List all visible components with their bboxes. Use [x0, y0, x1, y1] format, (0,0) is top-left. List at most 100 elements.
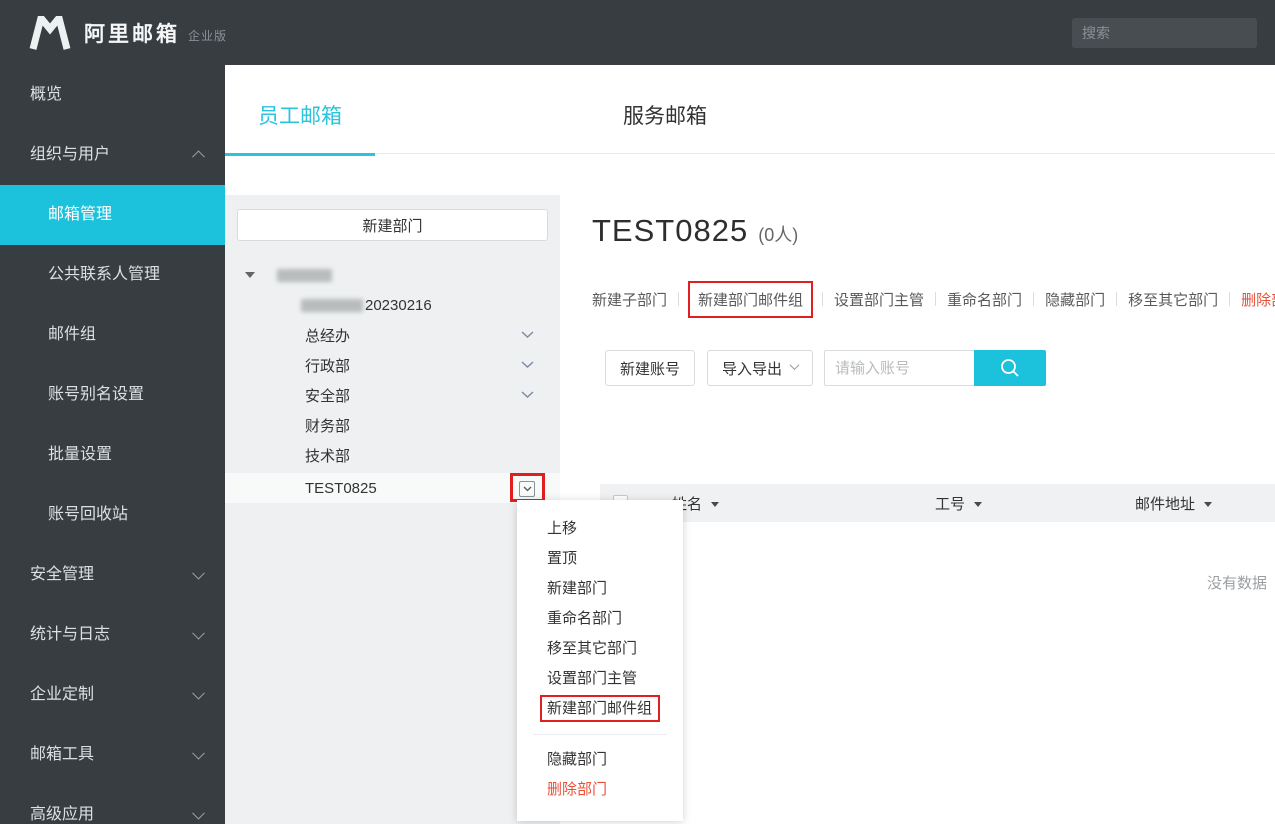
chevron-down-icon	[523, 486, 531, 492]
separator	[1229, 292, 1231, 306]
tree-row-test0825[interactable]: TEST0825	[225, 473, 560, 503]
tree-row-finance-dept[interactable]: 财务部	[225, 410, 560, 440]
department-more-dropdown-button[interactable]	[519, 481, 535, 497]
action-hide-dept[interactable]: 隐藏部门	[1045, 289, 1105, 310]
sidebar-item-public-contacts[interactable]: 公共联系人管理	[0, 245, 225, 305]
menu-item-move-up[interactable]: 上移	[517, 514, 683, 544]
sidebar-item-label: 高级应用	[30, 806, 95, 823]
action-set-dept-manager[interactable]: 设置部门主管	[834, 289, 924, 310]
tree-row-label: 行政部	[305, 357, 351, 375]
separator	[1033, 292, 1035, 306]
menu-item-delete-dept[interactable]: 删除部门	[517, 775, 683, 805]
sidebar-item-stats-logs[interactable]: 统计与日志	[0, 605, 225, 665]
member-count: (0人)	[758, 225, 799, 245]
sidebar-item-overview[interactable]: 概览	[0, 65, 225, 125]
annotation-box-new-dept-mailgroup: 新建部门邮件组	[688, 280, 814, 318]
sort-caret-icon	[1204, 501, 1213, 507]
sidebar-item-account-recycle[interactable]: 账号回收站	[0, 485, 225, 545]
chevron-down-icon	[192, 626, 205, 640]
action-delete-dept[interactable]: 删除部门	[1241, 289, 1275, 310]
action-new-subdepartment[interactable]: 新建子部门	[592, 289, 667, 310]
tree-row-label: TEST0825	[305, 479, 377, 497]
sidebar-item-mailbox-management[interactable]: 邮箱管理	[0, 185, 225, 245]
menu-item-new-dept[interactable]: 新建部门	[517, 574, 683, 604]
separator	[678, 292, 680, 306]
chevron-down-icon	[192, 806, 205, 820]
subdepartment-chevron-icon	[521, 391, 534, 398]
tab-service-mailbox[interactable]: 服务邮箱	[590, 65, 740, 154]
column-label: 工号	[935, 495, 966, 513]
caret-down-icon[interactable]	[245, 272, 255, 278]
search-icon	[1001, 359, 1019, 377]
account-search-input[interactable]	[824, 350, 974, 386]
menu-item-new-dept-mailgroup[interactable]: 新建部门邮件组	[517, 694, 683, 724]
sort-caret-icon	[711, 501, 720, 507]
menu-item-pin-top[interactable]: 置顶	[517, 544, 683, 574]
menu-item-move-dept[interactable]: 移至其它部门	[517, 634, 683, 664]
tree-row-admin-dept[interactable]: 行政部	[225, 350, 560, 380]
tree-row-label: 总经办	[305, 327, 351, 345]
import-export-label: 导入导出	[721, 360, 782, 378]
new-account-button[interactable]: 新建账号	[605, 350, 695, 386]
column-employee-id[interactable]: 工号	[935, 484, 983, 522]
sidebar-item-label: 组织与用户	[30, 146, 111, 163]
alimail-logo-icon	[29, 15, 71, 50]
tree-row-20230216[interactable]: 20230216	[225, 290, 560, 320]
sidebar-item-mail-groups[interactable]: 邮件组	[0, 305, 225, 365]
empty-state-text: 没有数据	[1207, 575, 1268, 592]
chevron-down-icon	[192, 746, 205, 760]
account-toolbar: 新建账号 导入导出	[605, 350, 1046, 386]
tree-row-label: 财务部	[305, 417, 351, 435]
sort-caret-icon	[974, 501, 983, 507]
topbar-search-box[interactable]	[1072, 18, 1263, 48]
main-content: 员工邮箱 服务邮箱 新建部门 20230216 总经办 行政部 安全部 财务部 …	[225, 65, 1275, 824]
account-search-button[interactable]	[974, 350, 1046, 386]
tree-root-row[interactable]	[225, 260, 560, 290]
import-export-button[interactable]: 导入导出	[707, 350, 813, 386]
menu-item-hide-dept[interactable]: 隐藏部门	[517, 745, 683, 775]
sidebar-item-org-users[interactable]: 组织与用户	[0, 125, 225, 185]
tree-row-general-office[interactable]: 总经办	[225, 320, 560, 350]
subdepartment-chevron-icon	[521, 361, 534, 368]
menu-item-set-manager[interactable]: 设置部门主管	[517, 664, 683, 694]
redacted-label	[301, 298, 363, 312]
tab-employee-mailbox[interactable]: 员工邮箱	[225, 65, 375, 156]
brand-name: 阿里邮箱	[84, 22, 180, 46]
column-email-address[interactable]: 邮件地址	[1135, 484, 1213, 522]
menu-item-label: 新建部门邮件组	[547, 700, 653, 717]
menu-divider	[533, 734, 667, 735]
topbar: 阿里邮箱 企业版	[0, 0, 1275, 65]
annotation-box-menu-item: 新建部门邮件组	[540, 695, 661, 722]
separator	[1116, 292, 1118, 306]
sidebar-item-enterprise-custom[interactable]: 企业定制	[0, 665, 225, 725]
sidebar-item-batch-settings[interactable]: 批量设置	[0, 425, 225, 485]
subdepartment-chevron-icon	[521, 331, 534, 338]
chevron-down-icon	[192, 686, 205, 700]
column-label: 邮件地址	[1135, 495, 1196, 513]
tree-row-label: 20230216	[365, 296, 432, 314]
sidebar-item-alias-settings[interactable]: 账号别名设置	[0, 365, 225, 425]
department-actions: 新建子部门 新建部门邮件组 设置部门主管 重命名部门 隐藏部门 移至其它部门 删…	[592, 280, 1275, 318]
sidebar: 概览 组织与用户 邮箱管理 公共联系人管理 邮件组 账号别名设置 批量设置 账号…	[0, 65, 225, 824]
chevron-down-icon	[789, 360, 800, 371]
sidebar-item-mail-tools[interactable]: 邮箱工具	[0, 725, 225, 785]
department-title: TEST0825 (0人)	[592, 213, 798, 253]
action-rename-dept[interactable]: 重命名部门	[947, 289, 1022, 310]
new-department-button[interactable]: 新建部门	[237, 209, 548, 241]
chevron-up-icon	[192, 150, 205, 164]
sidebar-item-security[interactable]: 安全管理	[0, 545, 225, 605]
tree-row-label: 安全部	[305, 387, 351, 405]
separator	[935, 292, 937, 306]
tree-row-tech-dept[interactable]: 技术部	[225, 440, 560, 470]
tab-bar: 员工邮箱 服务邮箱	[225, 65, 1275, 156]
action-move-dept[interactable]: 移至其它部门	[1128, 289, 1218, 310]
sidebar-item-advanced-apps[interactable]: 高级应用	[0, 785, 225, 824]
tree-row-security-dept[interactable]: 安全部	[225, 380, 560, 410]
menu-item-rename-dept[interactable]: 重命名部门	[517, 604, 683, 634]
department-name: TEST0825	[592, 213, 749, 248]
action-new-dept-mailgroup[interactable]: 新建部门邮件组	[698, 289, 803, 310]
topbar-search-input[interactable]	[1082, 25, 1263, 41]
department-context-menu: 上移 置顶 新建部门 重命名部门 移至其它部门 设置部门主管 新建部门邮件组 隐…	[517, 500, 683, 821]
sidebar-item-label: 统计与日志	[30, 626, 111, 643]
sidebar-item-label: 邮箱工具	[30, 746, 95, 763]
